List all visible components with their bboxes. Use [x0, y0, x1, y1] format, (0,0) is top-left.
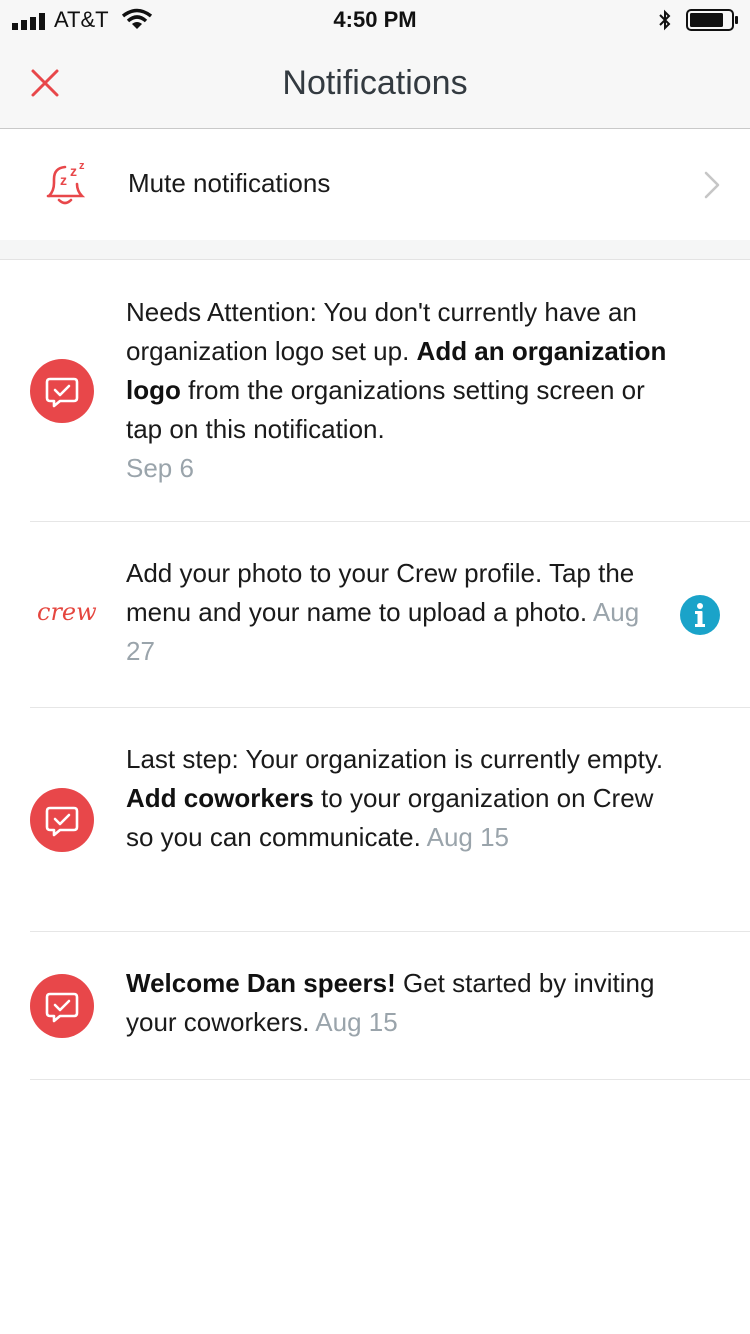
notification-item[interactable]: Last step: Your organization is currentl… [0, 708, 750, 932]
mute-notifications-row[interactable]: z z z Mute notifications [0, 129, 750, 240]
notification-body: Last step: Your organization is currentl… [126, 744, 664, 774]
notification-item[interactable]: Welcome Dan speers! Get started by invit… [0, 932, 750, 1080]
info-icon[interactable] [680, 595, 720, 635]
clock: 4:50 PM [333, 7, 417, 32]
notification-body: Add your photo to your Crew profile. Tap… [126, 558, 635, 627]
bell-snooze-icon: z z z [46, 160, 86, 205]
notification-emphasis: Welcome Dan speers! [126, 968, 396, 998]
notification-text: Add your photo to your Crew profile. Tap… [126, 554, 671, 671]
notification-item[interactable]: Needs Attention: You don't currently hav… [0, 260, 750, 522]
chevron-right-icon [704, 171, 720, 199]
notification-text: Last step: Your organization is currentl… [126, 740, 671, 857]
svg-text:z: z [60, 172, 67, 188]
crew-logo: crew [37, 598, 97, 626]
notification-date: Aug 15 [426, 822, 510, 852]
page-title: Notifications [282, 64, 468, 102]
notification-text: Welcome Dan speers! Get started by invit… [126, 964, 671, 1042]
status-bar: AT&T 4:50 PM [0, 0, 750, 40]
notification-text: Needs Attention: You don't currently hav… [126, 293, 671, 488]
mute-notifications-label: Mute notifications [128, 168, 331, 198]
check-chat-icon [30, 788, 94, 852]
check-chat-icon [30, 359, 94, 423]
notification-emphasis: Add coworkers [126, 783, 314, 813]
bluetooth-icon [659, 9, 671, 31]
svg-text:z: z [79, 160, 85, 172]
battery-icon [686, 9, 738, 31]
notification-date: Aug 15 [315, 1007, 398, 1037]
section-separator [0, 240, 750, 260]
check-chat-icon [30, 974, 94, 1038]
navigation-bar: Notifications [0, 40, 750, 129]
notification-body-end: from the organizations setting screen or… [126, 375, 645, 444]
svg-text:z: z [70, 163, 77, 179]
notification-date: Sep 6 [126, 453, 194, 483]
notification-item[interactable]: crew Add your photo to your Crew profile… [0, 522, 750, 708]
divider [30, 1079, 750, 1080]
